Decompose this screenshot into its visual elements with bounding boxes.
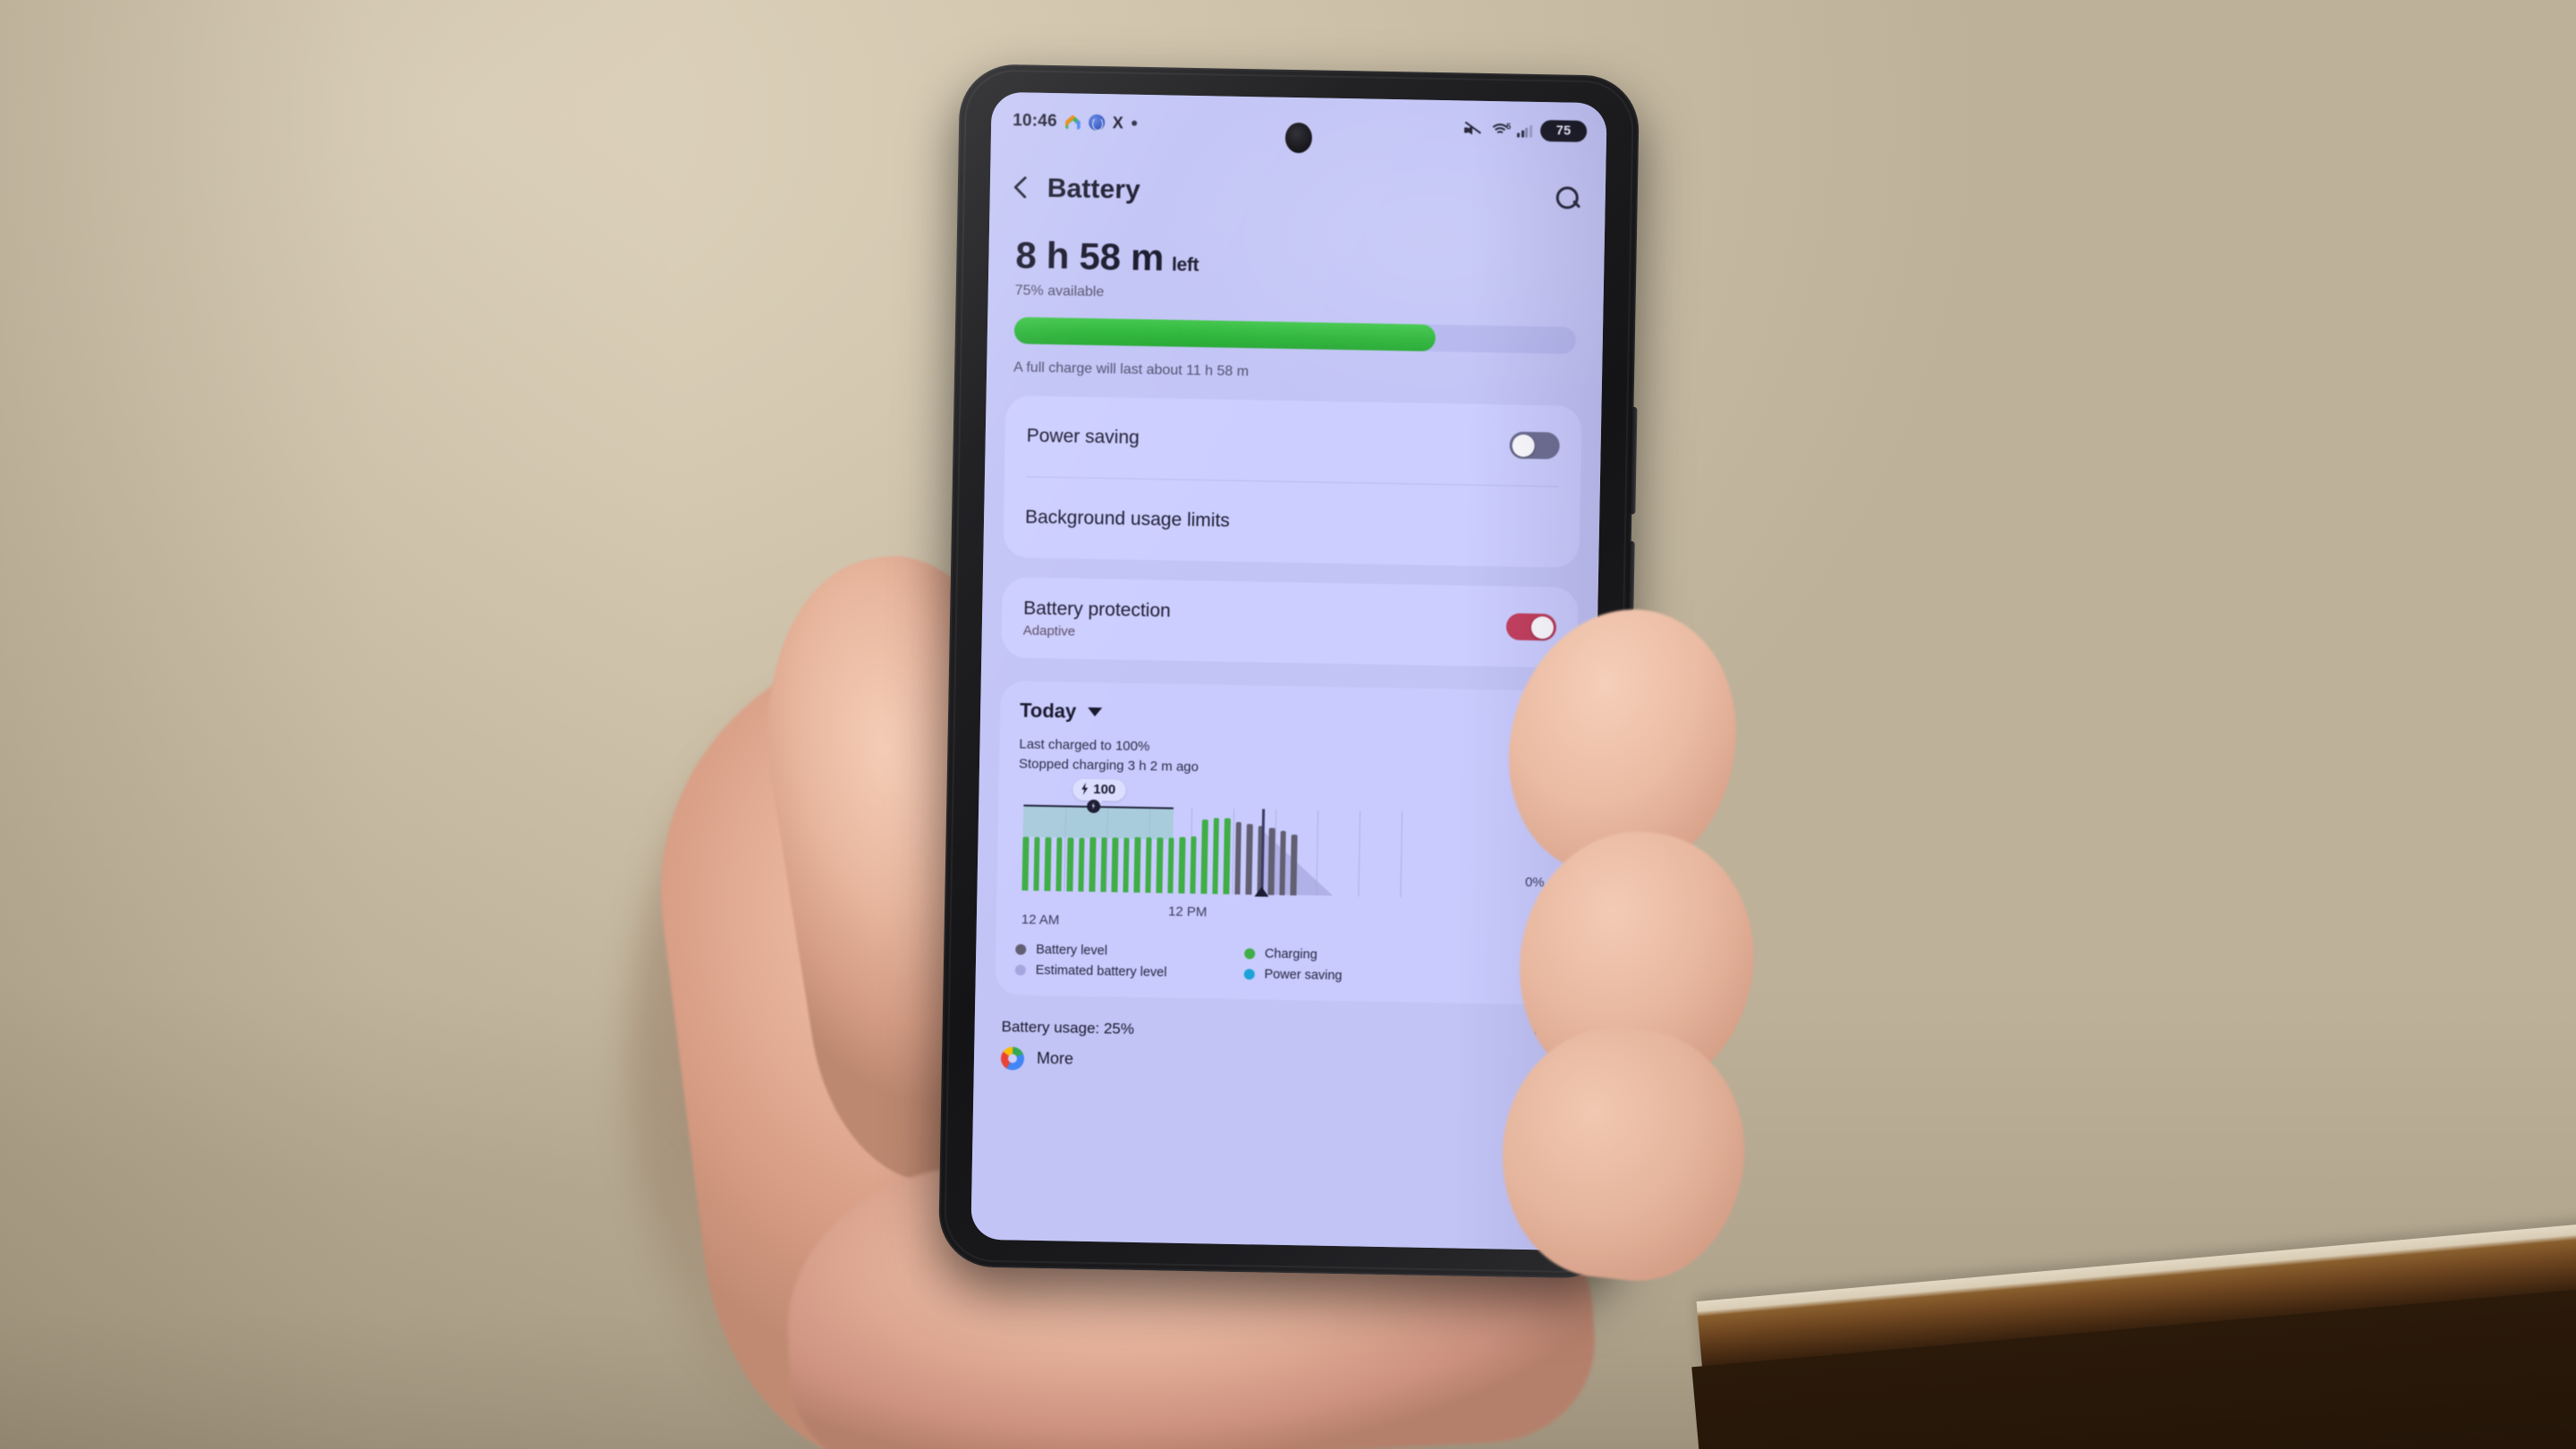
status-bar-left: 10:46 X [1013, 111, 1138, 133]
mute-icon [1464, 121, 1482, 137]
legend-item-battery-level: Battery level [1015, 942, 1167, 959]
chart-bar [1190, 836, 1197, 894]
chart-plot-area [1021, 799, 1444, 898]
legend-item-power-saving: Power saving [1243, 967, 1343, 983]
phone-screen: 10:46 X 5 75 Battery 8 h 58 m left 75% a… [970, 91, 1607, 1251]
home-icon [1065, 114, 1080, 129]
legend-label: Charging [1264, 946, 1318, 962]
wifi-icon: 5 [1488, 122, 1512, 146]
chart-bar [1245, 823, 1253, 894]
toggle-knob [1530, 615, 1555, 639]
chart-legend: Battery level Estimated battery level Ch… [1014, 942, 1553, 990]
row-battery-protection[interactable]: Battery protection Adaptive [1022, 578, 1557, 668]
background-usage-label: Background usage limits [1024, 506, 1231, 531]
battery-history-card: Today Last charged to 100% Stopped charg… [995, 681, 1577, 1005]
status-time: 10:46 [1013, 111, 1058, 131]
app-icon [1000, 1046, 1025, 1071]
legend-column-left: Battery level Estimated battery level [1014, 942, 1167, 980]
legend-item-estimated-level: Estimated battery level [1014, 962, 1167, 980]
chart-bar [1100, 837, 1107, 892]
charge-peak-badge: 100 [1072, 778, 1126, 801]
chart-bar [1178, 836, 1186, 894]
period-label: Today [1019, 699, 1077, 723]
signal-icon [1517, 123, 1533, 138]
chart-bar [1089, 836, 1097, 892]
chart-bar [1156, 837, 1164, 893]
x-tick-start: 12 AM [1021, 911, 1060, 928]
photo-scene: 10:46 X 5 75 Battery 8 h 58 m left 75% a… [0, 0, 2576, 1449]
gridline [1358, 809, 1361, 896]
time-remaining-suffix: left [1171, 254, 1199, 276]
full-charge-note: A full charge will last about 11 h 58 m [1013, 360, 1250, 380]
charge-badge-value: 100 [1093, 781, 1116, 797]
legend-label: Estimated battery level [1035, 962, 1167, 980]
battery-progress-bar [1013, 317, 1577, 354]
power-button[interactable] [1627, 540, 1635, 612]
status-bar-right: 5 75 [1464, 118, 1588, 146]
power-saving-label: Power saving [1026, 425, 1140, 448]
chart-bar [1167, 837, 1174, 894]
row-power-saving[interactable]: Power saving [1026, 396, 1561, 487]
bolt-icon [1080, 783, 1089, 795]
x-logo-icon: X [1112, 114, 1124, 132]
chart-bar [1200, 819, 1208, 894]
gridline [1400, 810, 1403, 897]
battery-progress-fill [1013, 317, 1436, 352]
x-tick-mid: 12 PM [1167, 903, 1208, 919]
legend-dot [1243, 968, 1255, 979]
back-icon[interactable] [1013, 175, 1029, 200]
chart-bar [1267, 827, 1275, 895]
wifi-generation: 5 [1506, 122, 1512, 131]
battery-summary: 8 h 58 m left 75% available A full charg… [987, 226, 1605, 387]
battery-usage-label: Battery usage: 25% [1001, 1017, 1135, 1038]
now-marker-icon [1254, 886, 1269, 897]
chart-bar [1111, 837, 1119, 893]
chart-bar [1234, 821, 1242, 894]
battery-usage-row: Battery usage: 25% 7.6% [1001, 995, 1563, 1056]
settings-card-protection: Battery protection Adaptive [1001, 577, 1579, 668]
battery-protection-sub: Adaptive [1022, 623, 1076, 640]
chart-bar [1055, 837, 1063, 891]
chart-bar [1145, 837, 1152, 893]
battery-protection-label: Battery protection [1023, 597, 1172, 622]
legend-label: Power saving [1264, 967, 1343, 983]
globe-icon [1088, 114, 1105, 131]
available-percent: 75% available [1014, 283, 1105, 301]
dot-icon [1131, 120, 1138, 126]
power-saving-toggle[interactable] [1509, 431, 1560, 460]
chart-bar [1021, 836, 1030, 891]
chart-bar [1223, 818, 1231, 894]
chart-bar [1078, 837, 1085, 892]
chart-bar [1032, 836, 1040, 891]
period-selector[interactable]: Today [1020, 699, 1556, 732]
legend-dot [1014, 963, 1026, 976]
legend-label: Battery level [1036, 942, 1108, 958]
chevron-down-icon[interactable] [1088, 707, 1103, 717]
chart-bar [1123, 837, 1130, 893]
row-background-usage[interactable]: Background usage limits [1024, 476, 1559, 568]
settings-card-power: Power saving Background usage limits [1003, 395, 1582, 568]
battery-chart: 100 100 0% [1016, 778, 1555, 914]
chart-bar [1044, 837, 1052, 891]
app-header: Battery [989, 149, 1606, 238]
time-remaining-row: 8 h 58 m left [1015, 233, 1578, 287]
chart-bars [1021, 804, 1298, 895]
chart-bar [1133, 836, 1141, 893]
page-title: Battery [1046, 173, 1141, 205]
axis-label-bottom: 0% [1524, 874, 1545, 890]
chart-bar [1212, 818, 1220, 894]
chart-bar [1290, 835, 1298, 895]
search-icon[interactable] [1553, 183, 1582, 213]
charge-info: Last charged to 100% Stopped charging 3 … [1019, 734, 1556, 783]
legend-dot [1243, 947, 1256, 959]
legend-dot [1015, 943, 1027, 955]
time-remaining: 8 h 58 m [1015, 233, 1165, 279]
battery-protection-toggle[interactable] [1505, 613, 1557, 641]
app-name: More [1036, 1048, 1074, 1068]
toggle-knob [1512, 434, 1535, 457]
chart-bar [1066, 837, 1074, 892]
battery-percent-badge: 75 [1539, 120, 1588, 143]
legend-column-right: Charging Power saving [1243, 946, 1343, 983]
legend-item-charging: Charging [1243, 946, 1343, 962]
